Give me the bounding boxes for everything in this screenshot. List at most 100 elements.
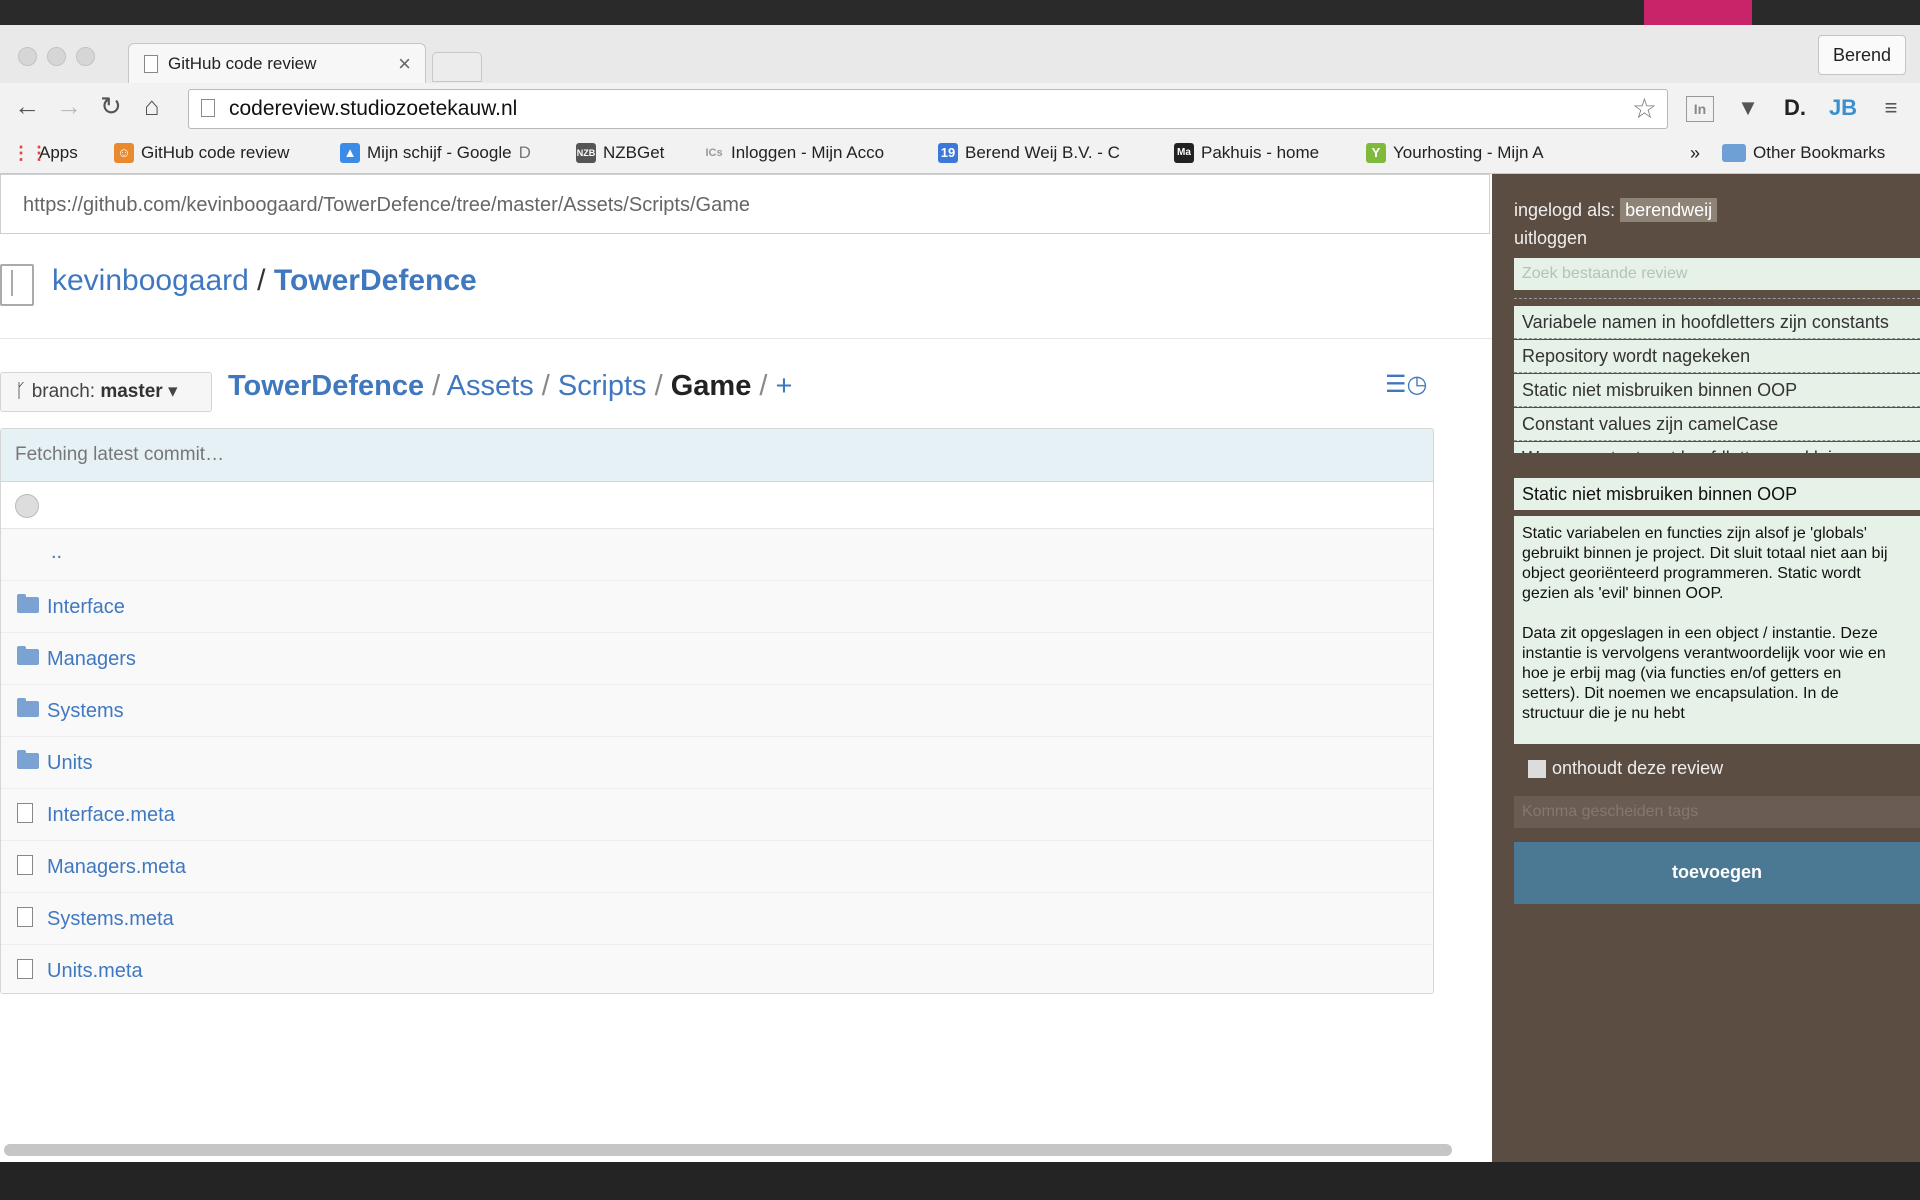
- remember-label: onthoudt deze review: [1552, 758, 1724, 778]
- file-link[interactable]: Managers.meta: [47, 856, 186, 879]
- nzbget-icon: NZB: [576, 143, 596, 163]
- window-controls: [18, 47, 95, 66]
- table-row[interactable]: Units.meta: [1, 945, 1433, 993]
- breadcrumb: TowerDefence / Assets / Scripts / Game /…: [228, 370, 792, 403]
- repo-owner-link[interactable]: kevinboogaard: [52, 264, 249, 297]
- address-bar[interactable]: codereview.studiozoetekauw.nl ☆: [188, 89, 1668, 129]
- folder-icon: [17, 698, 39, 717]
- bookmark-berend-weij[interactable]: 19 Berend Weij B.V. - C: [938, 143, 1120, 163]
- tab-title: GitHub code review: [168, 54, 317, 73]
- github-url-field[interactable]: https://github.com/kevinboogaard/TowerDe…: [0, 174, 1490, 234]
- minimize-window-button[interactable]: [47, 47, 66, 66]
- tags-input[interactable]: Komma gescheiden tags: [1514, 796, 1920, 828]
- remember-review[interactable]: onthoudt deze review: [1528, 758, 1723, 779]
- table-row[interactable]: Systems.meta: [1, 893, 1433, 945]
- tab-close-icon[interactable]: ×: [398, 51, 411, 77]
- parent-dir-link[interactable]: ..: [51, 541, 62, 564]
- breadcrumb-separator: /: [654, 370, 663, 402]
- menu-hamburger-icon[interactable]: ≡: [1876, 93, 1906, 123]
- file-link[interactable]: Interface.meta: [47, 804, 175, 827]
- review-body-textarea[interactable]: Static variabelen en functies zijn alsof…: [1514, 516, 1920, 744]
- breadcrumb-scripts[interactable]: Scripts: [558, 370, 647, 402]
- repo-name-link[interactable]: TowerDefence: [274, 264, 477, 297]
- other-bookmarks-folder[interactable]: Other Bookmarks: [1722, 143, 1885, 163]
- bookmark-yourhosting[interactable]: Y Yourhosting - Mijn A: [1366, 143, 1544, 163]
- yourhosting-icon: Y: [1366, 143, 1386, 163]
- table-row[interactable]: Managers: [1, 633, 1433, 685]
- table-row[interactable]: Systems: [1, 685, 1433, 737]
- table-row[interactable]: Units: [1, 737, 1433, 789]
- os-menu-bar: [0, 0, 1920, 25]
- history-list-icon[interactable]: ☰◷: [1385, 370, 1427, 399]
- review-paragraph: Data zit opgeslagen in een object / inst…: [1522, 625, 1886, 722]
- folder-icon: [1722, 144, 1746, 162]
- browser-chrome: GitHub code review × Berend ← → ↻ ⌂ code…: [0, 25, 1920, 174]
- bookmark-star-icon[interactable]: ☆: [1632, 92, 1657, 125]
- breadcrumb-assets[interactable]: Assets: [447, 370, 534, 402]
- bookmarks-overflow-button[interactable]: »: [1690, 143, 1700, 164]
- bookmark-google-drive[interactable]: ▲ Mijn schijf - Google D: [340, 143, 531, 163]
- review-search-input[interactable]: Zoek bestaande review: [1514, 258, 1920, 290]
- list-item[interactable]: Wees constant met hoofdletters en kleine: [1514, 442, 1920, 453]
- review-results-list[interactable]: Variabele namen in hoofdletters zijn con…: [1514, 298, 1920, 453]
- file-icon: [17, 803, 33, 823]
- bookmark-pakhuis[interactable]: Ma Pakhuis - home: [1174, 143, 1319, 163]
- os-menu-highlight: [1644, 0, 1752, 25]
- logged-in-label: ingelogd als:: [1514, 200, 1616, 220]
- file-link[interactable]: Units: [47, 752, 93, 775]
- home-icon[interactable]: ⌂: [144, 91, 160, 122]
- list-item[interactable]: Static niet misbruiken binnen OOP: [1514, 374, 1920, 407]
- add-file-button[interactable]: +: [776, 370, 793, 402]
- caret-down-icon: ▾: [167, 381, 178, 402]
- file-icon: [17, 959, 33, 979]
- file-link[interactable]: Systems.meta: [47, 908, 174, 931]
- file-link[interactable]: Systems: [47, 700, 124, 723]
- pocket-extension-icon[interactable]: ▼: [1733, 93, 1763, 123]
- browser-tab[interactable]: GitHub code review ×: [128, 43, 426, 84]
- breadcrumb-current: Game: [670, 370, 752, 402]
- address-url[interactable]: codereview.studiozoetekauw.nl: [229, 97, 517, 121]
- latest-commit-bar: Fetching latest commit…: [1, 429, 1433, 482]
- horizontal-scrollbar[interactable]: [4, 1144, 1452, 1156]
- bookmark-codereview[interactable]: ☺ GitHub code review: [114, 143, 289, 163]
- breadcrumb-separator: /: [432, 370, 441, 402]
- back-arrow-icon[interactable]: ←: [14, 91, 40, 122]
- file-icon: [17, 855, 33, 875]
- maximize-window-button[interactable]: [76, 47, 95, 66]
- linkedin-extension-icon[interactable]: In: [1686, 96, 1714, 122]
- breadcrumb-repo[interactable]: TowerDefence: [228, 370, 424, 402]
- file-link[interactable]: Units.meta: [47, 960, 143, 983]
- file-list: Fetching latest commit… .. Interface Man…: [0, 428, 1434, 994]
- pakhuis-icon: Ma: [1174, 143, 1194, 163]
- review-title-field[interactable]: Static niet misbruiken binnen OOP: [1514, 478, 1920, 510]
- remember-checkbox[interactable]: [1528, 759, 1546, 778]
- logout-link[interactable]: uitloggen: [1514, 228, 1587, 249]
- bookmark-inloggen[interactable]: ICs Inloggen - Mijn Acco: [704, 143, 884, 163]
- list-item[interactable]: Repository wordt nagekeken: [1514, 340, 1920, 373]
- table-row[interactable]: Interface.meta: [1, 789, 1433, 841]
- bookmark-apps[interactable]: ⋮⋮ Apps: [12, 143, 78, 163]
- list-item[interactable]: Variabele namen in hoofdletters zijn con…: [1514, 306, 1920, 339]
- breadcrumb-separator: /: [541, 370, 550, 402]
- new-tab-button[interactable]: [432, 52, 482, 82]
- breadcrumb-separator: /: [759, 370, 768, 402]
- close-window-button[interactable]: [18, 47, 37, 66]
- repo-separator: /: [257, 264, 266, 297]
- d-extension-icon[interactable]: D.: [1780, 93, 1810, 123]
- repo-book-icon: [0, 264, 34, 306]
- forward-arrow-icon[interactable]: →: [56, 91, 82, 122]
- table-row[interactable]: Managers.meta: [1, 841, 1433, 893]
- file-link[interactable]: Interface: [47, 596, 125, 619]
- list-item[interactable]: Constant values zijn camelCase: [1514, 408, 1920, 441]
- table-row[interactable]: Interface: [1, 581, 1433, 633]
- add-review-button[interactable]: toevoegen: [1514, 842, 1920, 904]
- file-link[interactable]: Managers: [47, 648, 136, 671]
- parent-dir-row[interactable]: ..: [1, 529, 1433, 581]
- profile-button[interactable]: Berend: [1817, 35, 1906, 75]
- codereview-favicon: ☺: [114, 143, 134, 163]
- bookmark-nzbget[interactable]: NZB NZBGet: [576, 143, 664, 163]
- reload-icon[interactable]: ↻: [100, 91, 122, 122]
- apps-grid-icon: ⋮⋮: [12, 143, 48, 163]
- branch-selector[interactable]: ᚴ branch: master ▾: [0, 372, 212, 412]
- jb-extension-icon[interactable]: JB: [1826, 93, 1860, 123]
